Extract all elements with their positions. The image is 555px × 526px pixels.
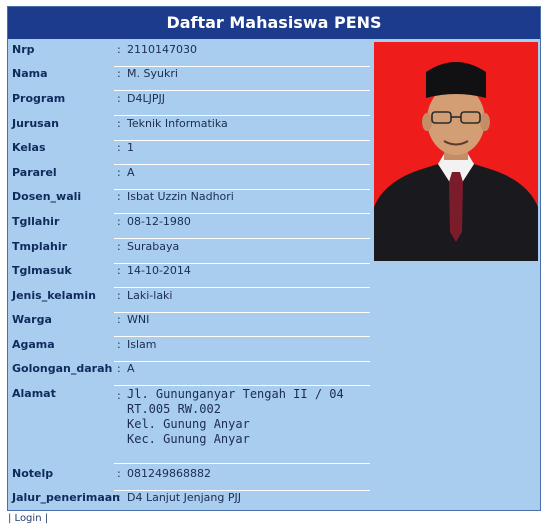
row-divider [114,115,370,116]
jurusan-label: Jurusan [12,117,59,130]
row-tmplahir: Tmplahir : Surabaya [8,240,370,264]
row-dosen-wali: Dosen_wali : Isbat Uzzin Nadhori [8,190,370,214]
tgllahir-value: 08-12-1980 [127,215,191,228]
golongan-darah-label: Golongan_darah [12,362,113,375]
row-jurusan: Jurusan : Teknik Informatika [8,117,370,141]
login-link[interactable]: | Login | [8,513,48,524]
pararel-label: Pararel [12,166,57,179]
row-tglmasuk: Tglmasuk : 14-10-2014 [8,264,370,288]
agama-label: Agama [12,338,55,351]
warga-value: WNI [127,313,150,326]
tglmasuk-label: Tglmasuk [12,264,72,277]
row-divider [114,463,370,464]
nrp-colon: : [117,43,121,56]
row-jalur-penerimaan: Jalur_penerimaan : D4 Lanjut Jenjang PJJ [8,491,370,511]
nrp-value: 2110147030 [127,43,197,56]
tmplahir-label: Tmplahir [12,240,68,253]
row-divider [114,164,370,165]
row-program: Program : D4LJPJJ [8,92,370,116]
alamat-colon: : [117,389,121,402]
dosen-wali-value: Isbat Uzzin Nadhori [127,190,234,203]
kelas-value: 1 [127,141,134,154]
tglmasuk-colon: : [117,264,121,277]
row-golongan-darah: Golongan_darah : A [8,362,370,386]
alamat-label: Alamat [12,387,56,400]
row-pararel: Pararel : A [8,166,370,190]
row-divider [114,238,370,239]
pararel-colon: : [117,166,121,179]
row-agama: Agama : Islam [8,338,370,362]
row-divider [114,90,370,91]
row-tgllahir: Tgllahir : 08-12-1980 [8,215,370,239]
jenis-kelamin-value: Laki-laki [127,289,173,302]
row-nrp: Nrp : 2110147030 [8,43,370,67]
agama-colon: : [117,338,121,351]
tgllahir-colon: : [117,215,121,228]
dosen-wali-colon: : [117,190,121,203]
student-photo [374,42,538,261]
agama-value: Islam [127,338,157,351]
kelas-colon: : [117,141,121,154]
tmplahir-colon: : [117,240,121,253]
row-divider [114,385,370,386]
nama-label: Nama [12,67,48,80]
dosen-wali-label: Dosen_wali [12,190,82,203]
row-divider [114,336,370,337]
tmplahir-value: Surabaya [127,240,180,253]
row-nama: Nama : M. Syukri [8,67,370,91]
jurusan-colon: : [117,117,121,130]
program-value: D4LJPJJ [127,92,165,105]
student-info-panel: Daftar Mahasiswa PENS Nrp : 2110147030 N… [7,6,541,511]
kelas-label: Kelas [12,141,46,154]
program-label: Program [12,92,66,105]
jenis-kelamin-colon: : [117,289,121,302]
jurusan-value: Teknik Informatika [127,117,228,130]
row-warga: Warga : WNI [8,313,370,337]
warga-label: Warga [12,313,52,326]
row-notelp: Notelp : 081249868882 [8,467,370,491]
alamat-value: Jl. Gununganyar Tengah II / 04 RT.005 RW… [127,387,344,446]
nama-value: M. Syukri [127,67,178,80]
pararel-value: A [127,166,135,179]
nama-colon: : [117,67,121,80]
row-kelas: Kelas : 1 [8,141,370,165]
jenis-kelamin-label: Jenis_kelamin [12,289,96,302]
notelp-value: 081249868882 [127,467,211,480]
row-divider [114,287,370,288]
notelp-colon: : [117,467,121,480]
golongan-darah-value: A [127,362,135,375]
tglmasuk-value: 14-10-2014 [127,264,191,277]
warga-colon: : [117,313,121,326]
row-divider [114,213,370,214]
nrp-label: Nrp [12,43,35,56]
program-colon: : [117,92,121,105]
golongan-darah-colon: : [117,362,121,375]
row-alamat: Alamat : Jl. Gununganyar Tengah II / 04 … [8,387,370,464]
jalur-penerimaan-value: D4 Lanjut Jenjang PJJ [127,491,241,504]
row-jenis-kelamin: Jenis_kelamin : Laki-laki [8,289,370,313]
page-title: Daftar Mahasiswa PENS [8,7,540,39]
jalur-penerimaan-label: Jalur_penerimaan [12,491,121,504]
portrait-image [374,42,538,261]
jalur-penerimaan-colon: : [117,491,121,504]
notelp-label: Notelp [12,467,54,480]
tgllahir-label: Tgllahir [12,215,60,228]
